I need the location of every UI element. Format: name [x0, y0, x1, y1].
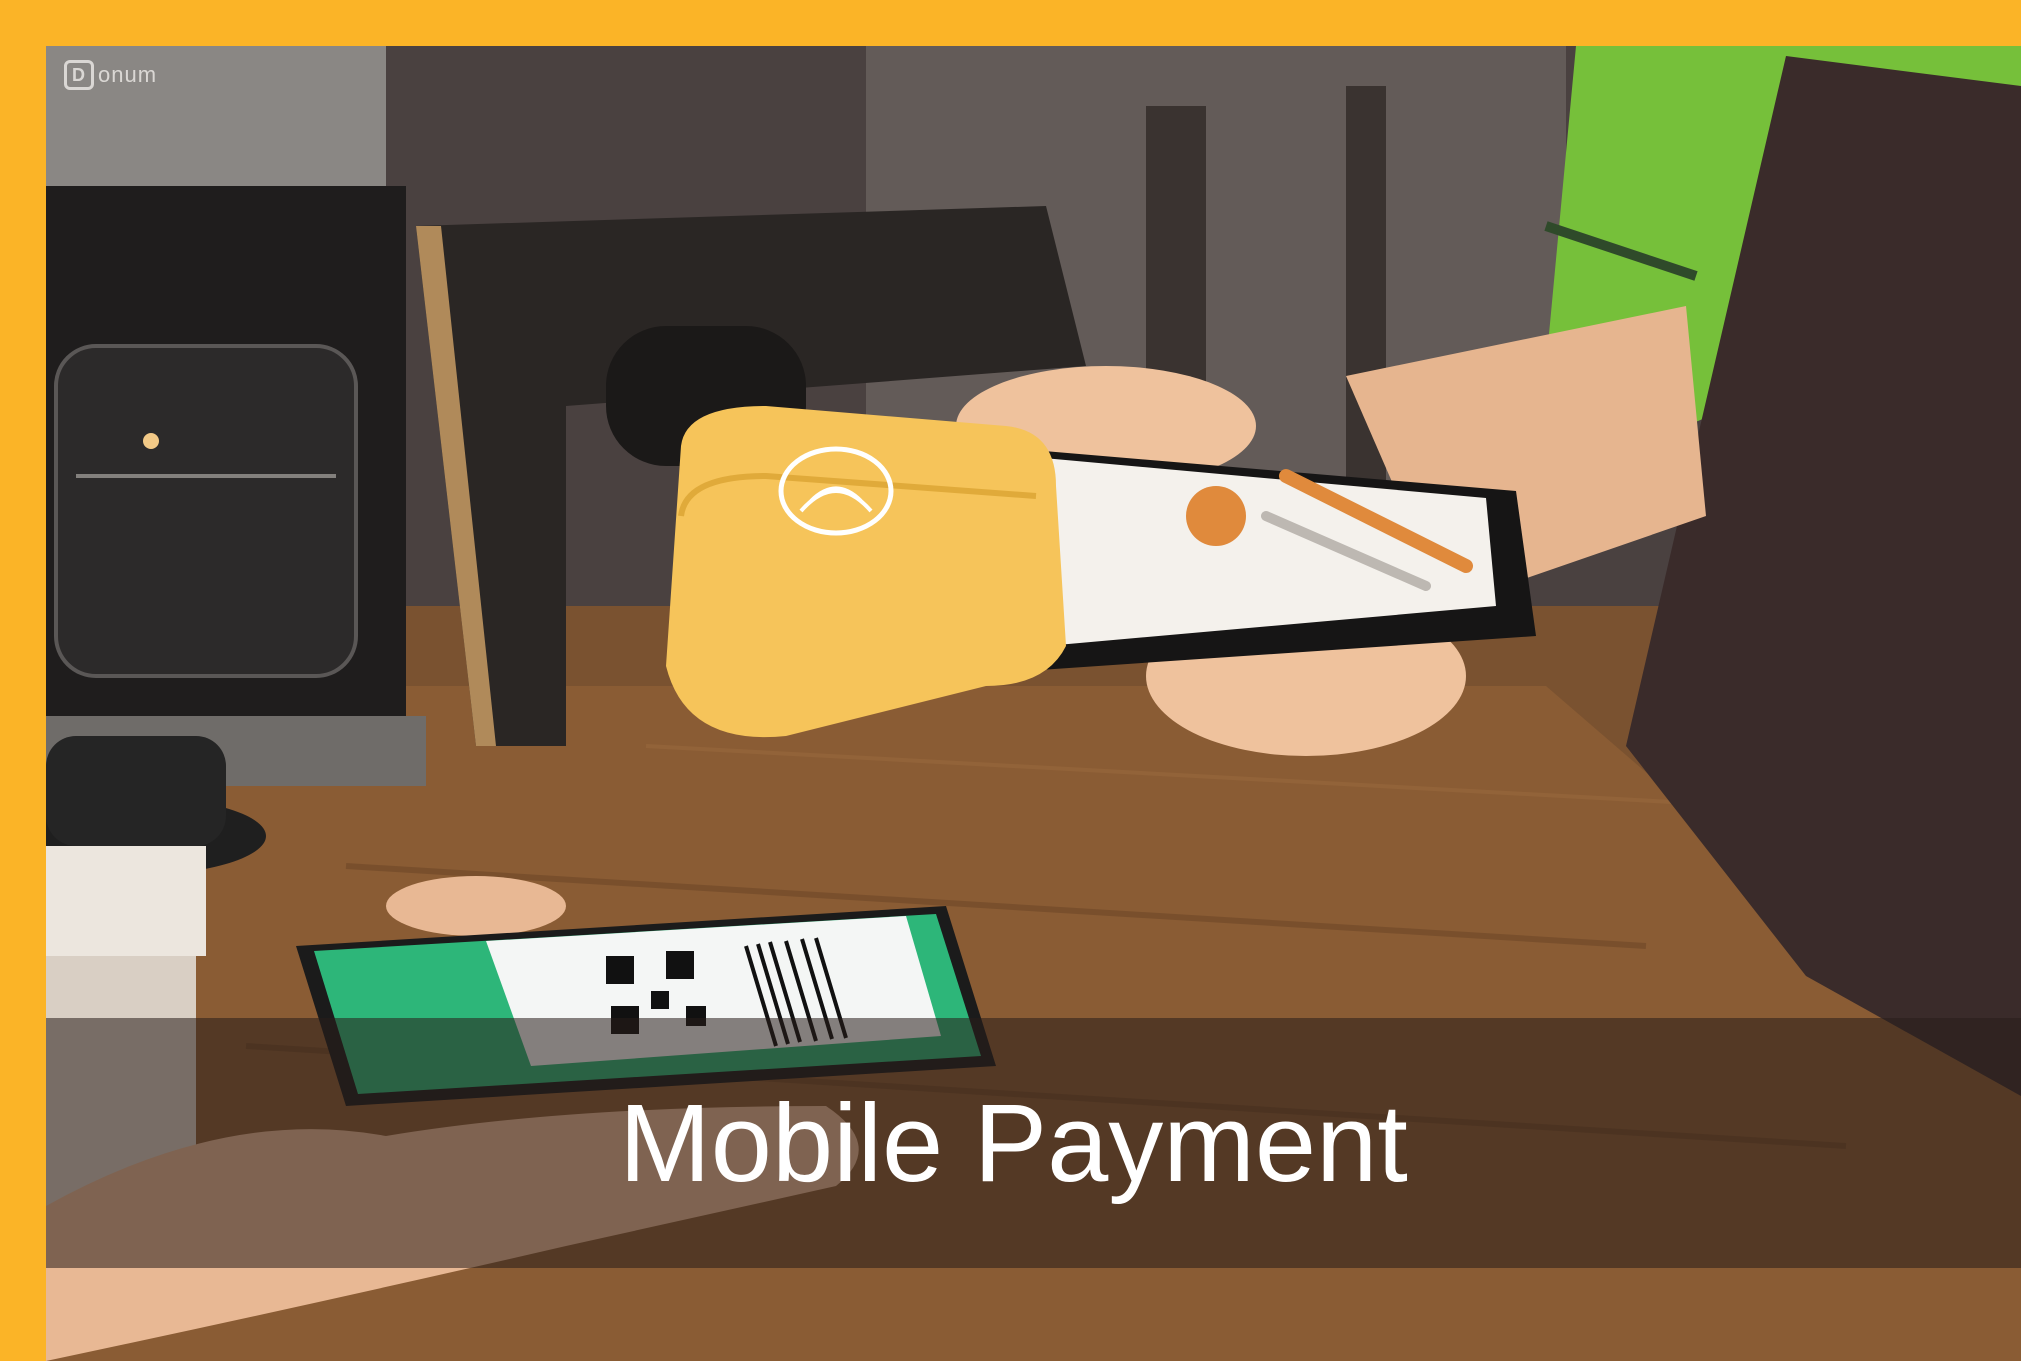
brand-logo: D onum — [64, 60, 157, 90]
caption-title: Mobile Payment — [619, 1081, 1408, 1205]
yellow-frame: D onum Mobile Payment — [0, 0, 2021, 1361]
logo-mark: D — [64, 60, 94, 90]
coffee-maker-icon — [46, 46, 426, 786]
caption-band: Mobile Payment — [46, 1018, 2021, 1268]
photo: D onum Mobile Payment — [46, 46, 2021, 1361]
logo-text: onum — [98, 62, 158, 87]
